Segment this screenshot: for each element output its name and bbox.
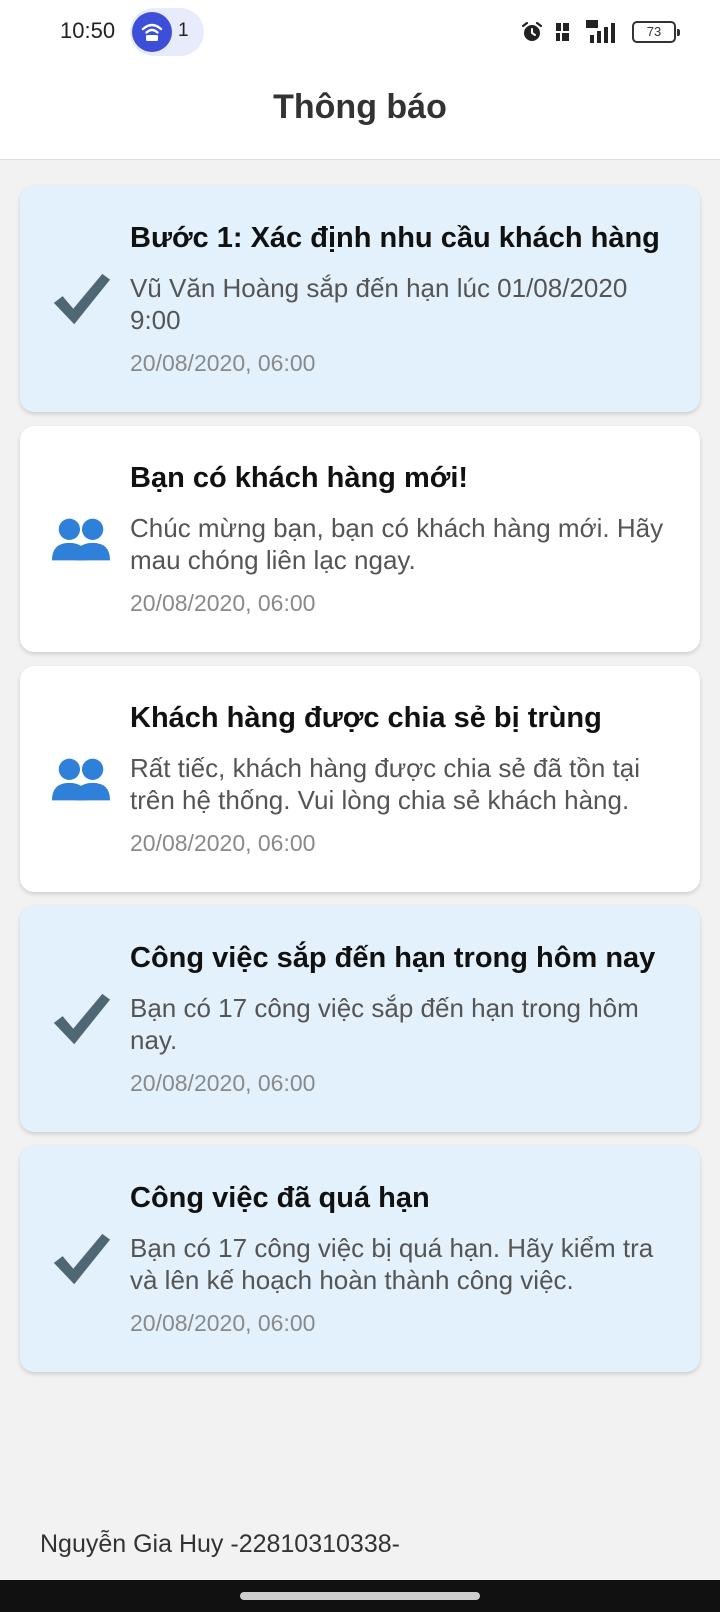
users-icon xyxy=(51,758,111,801)
notification-time: 20/08/2020, 06:00 xyxy=(130,1310,316,1336)
alarm-clock-icon xyxy=(521,21,543,41)
notification-body: Bạn có 17 công việc sắp đến hạn trong hô… xyxy=(130,993,639,1055)
checkmark-icon xyxy=(53,273,111,325)
signal-4g-icon xyxy=(586,20,615,43)
notification-time: 20/08/2020, 06:00 xyxy=(130,350,316,376)
notification-body: Chúc mừng bạn, bạn có khách hàng mới. Hã… xyxy=(130,513,664,575)
app-header: Thông báo xyxy=(0,64,720,160)
notification-body: Vũ Văn Hoàng sắp đến hạn lúc 01/08/2020 … xyxy=(130,273,628,335)
status-time: 10:50 xyxy=(60,18,116,43)
users-icon xyxy=(51,518,111,561)
hotspot-indicator[interactable]: 1 xyxy=(130,8,204,56)
notification-title: Bước 1: Xác định nhu cầu khách hàng xyxy=(130,222,660,254)
notification-card[interactable]: Công việc đã quá hạn Bạn có 17 công việc… xyxy=(20,1146,700,1372)
hotspot-count: 1 xyxy=(178,20,189,41)
volte-icon xyxy=(556,23,569,41)
checkmark-icon xyxy=(53,1233,111,1285)
notification-body: Rất tiếc, khách hàng được chia sẻ đã tồn… xyxy=(130,753,640,815)
notification-title: Công việc sắp đến hạn trong hôm nay xyxy=(130,942,656,974)
home-gesture-handle[interactable] xyxy=(240,1592,480,1600)
notification-card[interactable]: Khách hàng được chia sẻ bị trùng Rất tiế… xyxy=(20,666,700,892)
notification-time: 20/08/2020, 06:00 xyxy=(130,590,316,616)
notification-title: Bạn có khách hàng mới! xyxy=(130,462,469,494)
wifi-hotspot-icon xyxy=(132,12,172,52)
system-navigation-bar xyxy=(0,1580,720,1612)
notification-card[interactable]: Công việc sắp đến hạn trong hôm nay Bạn … xyxy=(20,906,700,1132)
status-icons: 73 xyxy=(520,18,680,46)
footer-user-info: Nguyễn Gia Huy -22810310338- xyxy=(40,1530,400,1558)
notification-card[interactable]: Bước 1: Xác định nhu cầu khách hàng Vũ V… xyxy=(20,186,700,412)
status-bar: 10:50 1 73 xyxy=(0,0,720,64)
notification-title: Khách hàng được chia sẻ bị trùng xyxy=(130,702,602,734)
notification-title: Công việc đã quá hạn xyxy=(130,1182,430,1214)
checkmark-icon xyxy=(53,993,111,1045)
notification-card[interactable]: Bạn có khách hàng mới! Chúc mừng bạn, bạ… xyxy=(20,426,700,652)
battery-icon: 73 xyxy=(632,21,680,43)
notification-time: 20/08/2020, 06:00 xyxy=(130,830,316,856)
page-title: Thông báo xyxy=(273,88,447,126)
notification-time: 20/08/2020, 06:00 xyxy=(130,1070,316,1096)
notification-body: Bạn có 17 công việc bị quá hạn. Hãy kiểm… xyxy=(130,1233,654,1295)
